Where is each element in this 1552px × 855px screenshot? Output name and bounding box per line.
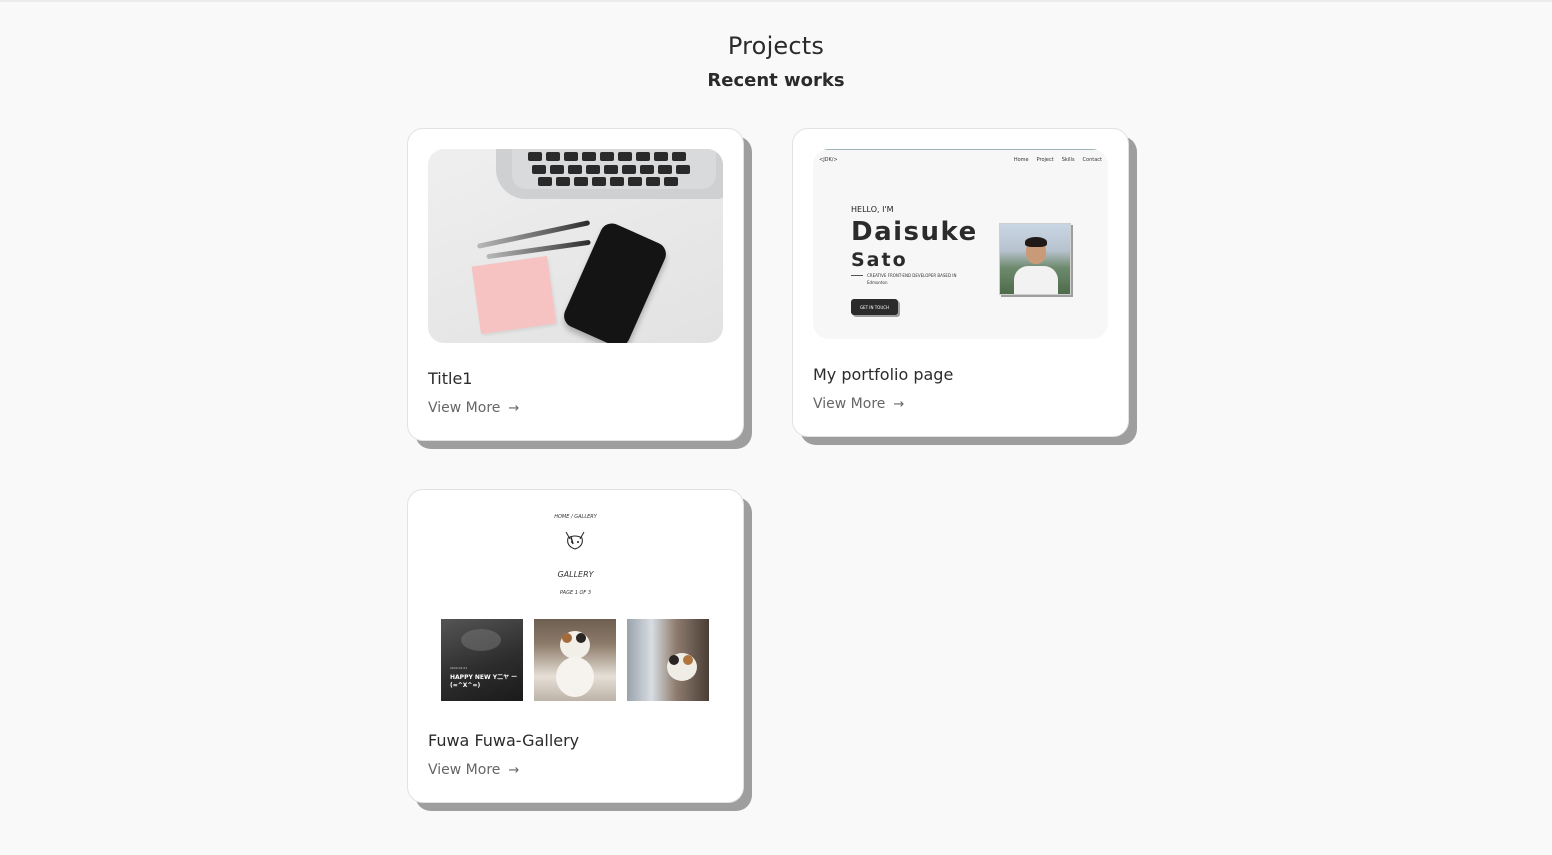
gallery-photo [534, 619, 616, 701]
project-card: Title1 View More → [407, 128, 744, 441]
project-thumbnail: HOME / GALLERY GALLERY PAGE 1 OF 3 2024.… [428, 510, 723, 710]
preview-heading: GALLERY [557, 570, 594, 579]
preview-description: CREATIVE FRONT-END DEVELOPER BASED IN Ed… [867, 273, 957, 285]
preview-nav-item: Skills [1061, 157, 1075, 163]
preview-greeting: HELLO, I'M [851, 205, 894, 214]
view-more-label: View More [428, 762, 501, 778]
preview-nav-item: Contact [1082, 157, 1102, 163]
section-title: Projects [727, 32, 825, 60]
project-title: Title1 [428, 369, 473, 388]
project-card: HOME / GALLERY GALLERY PAGE 1 OF 3 2024.… [407, 489, 744, 803]
project-title: My portfolio page [813, 365, 954, 384]
view-more-label: View More [813, 396, 886, 412]
project-title: Fuwa Fuwa-Gallery [428, 731, 580, 750]
project-card: <JDK/> Home Project Skills Contact HELLO… [792, 128, 1129, 437]
sticky-note-illustration [471, 256, 557, 334]
preview-nav: HOME / GALLERY [554, 514, 597, 520]
project-thumbnail: <JDK/> Home Project Skills Contact HELLO… [813, 149, 1108, 339]
view-more-link[interactable]: View More → [428, 762, 519, 778]
gallery-photo [627, 619, 709, 701]
preview-divider [821, 149, 1101, 150]
preview-nav-item: Project [1036, 157, 1054, 163]
phone-illustration [560, 219, 670, 343]
preview-first-name: Daisuke [851, 217, 978, 247]
gallery-photo: 2024.01.01 HAPPY NEW Y二ヤ ー (=^X^=) [441, 619, 523, 701]
view-more-label: View More [428, 400, 501, 416]
arrow-right-icon: → [893, 396, 905, 412]
project-thumbnail [428, 149, 723, 343]
preview-button: GET IN TOUCH [851, 299, 898, 315]
preview-nav-item: Home [1013, 157, 1029, 163]
arrow-right-icon: → [508, 762, 520, 778]
preview-logo: <JDK/> [819, 157, 838, 163]
arrow-right-icon: → [508, 400, 520, 416]
preview-rule [851, 275, 863, 276]
preview-last-name: Sato [851, 249, 908, 271]
preview-nav: Home Project Skills Contact [1014, 157, 1102, 163]
view-more-link[interactable]: View More → [428, 400, 519, 416]
preview-page-indicator: PAGE 1 OF 3 [559, 590, 592, 596]
gallery-caption: HAPPY NEW Y二ヤ ー (=^X^=) [450, 674, 518, 689]
preview-profile-photo [999, 223, 1071, 295]
view-more-link[interactable]: View More → [813, 396, 904, 412]
cat-logo-icon [565, 531, 585, 550]
section-subtitle: Recent works [707, 70, 845, 91]
keyboard-illustration [512, 149, 716, 189]
